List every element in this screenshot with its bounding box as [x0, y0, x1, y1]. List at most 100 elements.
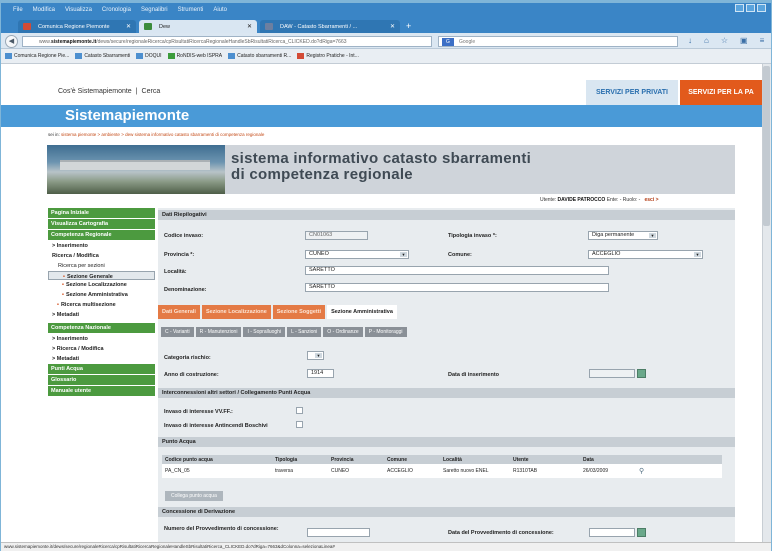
sidebar-item-naz-inserimento[interactable]: > Inserimento — [48, 334, 155, 344]
menu-strumenti[interactable]: Strumenti — [178, 7, 204, 13]
table-row[interactable]: PA_CN_05 traversa CUNEO ACCEGLIO Saretto… — [162, 464, 722, 478]
close-icon[interactable]: ✕ — [126, 23, 131, 30]
data-inserimento-field[interactable] — [589, 369, 635, 378]
bookmark-item[interactable]: Catasto Sbarramenti — [75, 53, 130, 59]
sidebar-item-manuale[interactable]: Manuale utente — [48, 386, 155, 397]
link-cerca[interactable]: Cerca — [142, 88, 161, 95]
maximize-button[interactable] — [746, 4, 755, 12]
url-path: /dews/secure/regionaleRicerca/cpRisultat… — [96, 39, 347, 45]
bookmark-item[interactable]: Registro Pratiche - Int... — [297, 53, 359, 59]
calendar-icon[interactable] — [637, 369, 646, 378]
bookmark-item[interactable]: Catasto sbarramenti R... — [228, 53, 291, 59]
link-cose[interactable]: Cos'è Sistemapiemonte — [58, 88, 132, 95]
subtab-sanzioni[interactable]: L - Sanzioni — [287, 327, 322, 337]
denominazione-field[interactable]: SARETTO — [305, 283, 609, 292]
bookmark-item[interactable]: Comunica Regione Pie... — [5, 53, 69, 59]
subtab-manutenzioni[interactable]: R - Manutenzioni — [195, 327, 242, 337]
tab-label: DAW - Catasto Sbarramenti / ... — [280, 23, 358, 30]
favicon-icon — [23, 23, 31, 30]
tab-comunica[interactable]: Comunica Regione Piemonte ✕ — [18, 20, 136, 33]
menu-visualizza[interactable]: Visualizza — [65, 7, 92, 13]
sidebar-item-punti-acqua[interactable]: Punti Acqua — [48, 364, 155, 375]
sidebar-item-glossario[interactable]: Glossario — [48, 375, 155, 386]
numero-provvedimento-field[interactable] — [307, 528, 370, 537]
menu-aiuto[interactable]: Aiuto — [213, 7, 227, 13]
sidebar-item-ricerca-sezioni[interactable]: Ricerca per sezioni — [48, 261, 155, 271]
categoria-select[interactable]: ▼ — [307, 351, 324, 360]
sidebar-item-naz-metadati[interactable]: > Metadati — [48, 354, 155, 364]
close-window-button[interactable] — [757, 4, 766, 12]
tab-label: Comunica Regione Piemonte — [38, 23, 110, 30]
tab-dati-generali[interactable]: Dati Generali — [158, 305, 200, 319]
scrollbar-thumb[interactable] — [763, 66, 770, 226]
banner-line-1: sistema informativo catasto sbarramenti — [231, 150, 532, 167]
bookmark-icon — [228, 53, 236, 59]
bookmarks-bar: Comunica Regione Pie... Catasto Sbarrame… — [1, 49, 771, 64]
back-button[interactable]: ◀ — [5, 35, 18, 48]
bullet-icon: • — [57, 302, 59, 308]
codice-field[interactable]: CN01063 — [305, 231, 368, 240]
sidebar-item-competenza-nazionale[interactable]: Competenza Nazionale — [48, 323, 155, 334]
sidebar-item-naz-ricerca[interactable]: > Ricerca / Modifica — [48, 344, 155, 354]
tab-localizzazione[interactable]: Sezione Localizzazione — [201, 305, 271, 319]
home-icon[interactable]: ⌂ — [704, 36, 709, 45]
user-info: Utente: DAVIDE PATROCCO Ente: - Ruolo: -… — [540, 197, 659, 203]
localita-field[interactable]: SARETTO — [305, 266, 609, 275]
data-inserimento-label: Data di inserimento — [448, 372, 500, 378]
col-tipologia: Tipologia — [272, 455, 328, 464]
servizi-pa-button[interactable]: SERVIZI PER LA PA — [680, 80, 762, 105]
sidebar-item-sezione-generale[interactable]: • Sezione Generale — [48, 271, 155, 280]
sidebar-item-cartografia[interactable]: Visualizza Cartografia — [48, 219, 155, 230]
star-icon[interactable]: ☆ — [721, 36, 728, 45]
banner-line-2: di competenza regionale — [231, 166, 413, 183]
subtab-ordinanze[interactable]: O - Ordinanze — [323, 327, 363, 337]
calendar-icon[interactable] — [637, 528, 646, 537]
servizi-privati-button[interactable]: SERVIZI PER PRIVATI — [586, 80, 678, 105]
anno-field[interactable]: 1914 — [307, 369, 334, 378]
url-bar[interactable]: www.sistemapiemonte.it/dews/secure/regio… — [22, 36, 432, 47]
sidebar-item-sezione-localizzazione[interactable]: • Sezione Localizzazione — [48, 280, 155, 290]
vvff-checkbox[interactable] — [296, 407, 303, 414]
tab-amministrativa[interactable]: Sezione Amministrativa — [327, 305, 397, 319]
sidebar-item-inserimento[interactable]: > Inserimento — [48, 241, 155, 251]
menu-icon[interactable]: ≡ — [760, 36, 765, 45]
aib-checkbox[interactable] — [296, 421, 303, 428]
bookmark-item[interactable]: RoNDIS-web ISPRA — [167, 53, 222, 59]
sidebar-item-metadati[interactable]: > Metadati — [48, 310, 155, 320]
menu-modifica[interactable]: Modifica — [33, 7, 55, 13]
bookmark-label: Catasto Sbarramenti — [84, 53, 131, 59]
sidebar-item-sezione-amministrativa[interactable]: • Sezione Amministrativa — [48, 290, 155, 300]
menu-cronologia[interactable]: Cronologia — [102, 7, 131, 13]
tipologia-select[interactable]: Diga permanente ▼ — [588, 231, 658, 240]
tab-daw[interactable]: DAW - Catasto Sbarramenti / ... ✕ — [260, 20, 400, 33]
bookmark-icon — [297, 53, 305, 59]
new-tab-button[interactable]: + — [406, 22, 411, 31]
subtab-monitoraggi[interactable]: P - Monitoraggi — [364, 327, 407, 337]
data-concessione-field[interactable] — [589, 528, 635, 537]
breadcrumb-path[interactable]: sistema piemonte > ambiente > dew sistem… — [61, 132, 264, 137]
close-icon[interactable]: ✕ — [390, 23, 395, 30]
comune-select[interactable]: ACCEGLIO ▼ — [588, 250, 703, 259]
sidebar-item-pagina-iniziale[interactable]: Pagina Iniziale — [48, 208, 155, 219]
menu-segnalibri[interactable]: Segnalibri — [141, 7, 168, 13]
subtab-sopralluoghi[interactable]: I - Sopralluoghi — [243, 327, 286, 337]
bookmark-item[interactable]: DOQUI — [136, 53, 162, 59]
search-input[interactable]: G Google — [438, 36, 678, 47]
sidebar-item-competenza-regionale[interactable]: Competenza Regionale — [48, 230, 155, 241]
lock-icon[interactable]: ▣ — [740, 36, 748, 45]
tab-dew[interactable]: Dew ✕ — [139, 20, 257, 33]
minimize-button[interactable] — [735, 4, 744, 12]
sidebar-item-ricerca-multisezione[interactable]: • Ricerca multisezione — [48, 300, 155, 310]
tab-soggetti[interactable]: Sezione Soggetti — [272, 305, 326, 319]
tab-label: Dew — [159, 23, 171, 30]
link-icon[interactable]: ⚲ — [639, 468, 644, 475]
logout-link[interactable]: esci > — [645, 197, 659, 203]
sidebar-item-ricerca-modifica[interactable]: Ricerca / Modifica — [48, 251, 155, 261]
menu-file[interactable]: File — [13, 7, 23, 13]
close-icon[interactable]: ✕ — [247, 23, 252, 30]
section-header-riepilogativi: Dati Riepilogativi — [158, 210, 735, 220]
subtab-varianti[interactable]: C - Varianti — [161, 327, 194, 337]
download-icon[interactable]: ↓ — [688, 36, 692, 45]
provincia-select[interactable]: CUNEO ▼ — [305, 250, 409, 259]
collega-punto-acqua-button[interactable]: Collega punto acqua — [165, 491, 223, 501]
